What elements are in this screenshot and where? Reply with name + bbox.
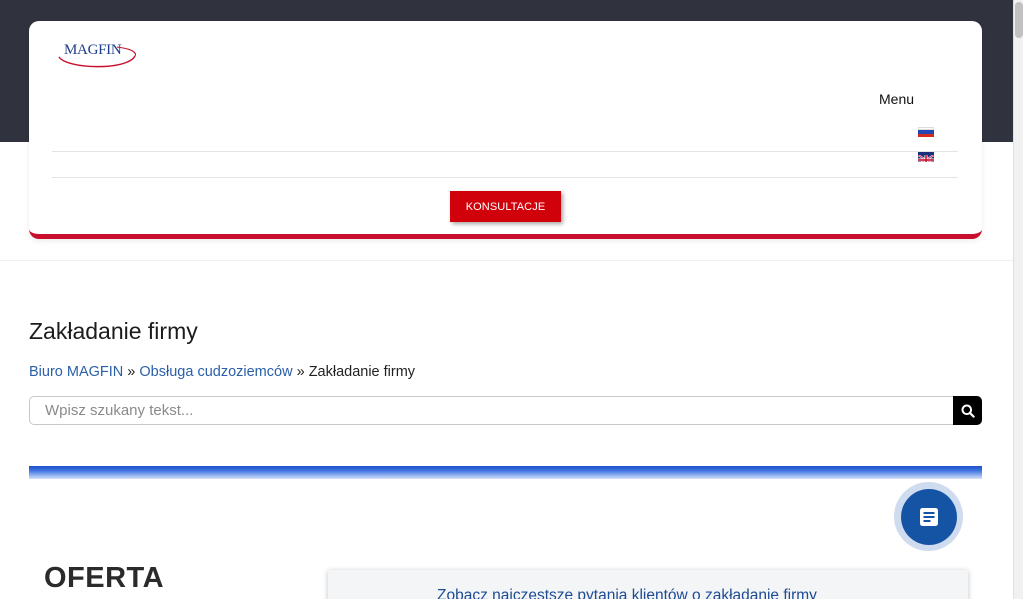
scrollbar-thumb[interactable] <box>1015 2 1023 38</box>
menu-toggle[interactable]: Menu <box>879 91 914 107</box>
page-title: Zakładanie firmy <box>29 318 198 344</box>
ru-flag-icon[interactable] <box>918 127 934 137</box>
decorative-blue-band <box>29 466 982 479</box>
breadcrumb-home-link[interactable]: Biuro MAGFIN <box>29 364 123 380</box>
section-divider <box>0 260 1013 261</box>
logo-text: MAGFIN <box>64 42 122 58</box>
breadcrumb-current: Zakładanie firmy <box>308 364 416 380</box>
scrollbar[interactable] <box>1013 0 1023 599</box>
search-icon <box>961 404 975 418</box>
document-icon <box>919 507 938 526</box>
search-bar <box>29 396 982 425</box>
magfin-logo[interactable]: MAGFIN <box>57 39 139 71</box>
floating-action-button[interactable] <box>894 482 963 551</box>
search-input[interactable] <box>29 396 954 425</box>
gb-flag-icon[interactable] <box>918 152 934 162</box>
nav-divider <box>52 151 958 152</box>
nav-divider <box>52 177 958 178</box>
breadcrumb-separator: » <box>296 364 305 380</box>
breadcrumb-separator: » <box>127 364 136 380</box>
section-title: OFERTA <box>44 562 165 594</box>
search-button[interactable] <box>953 396 982 425</box>
faq-link[interactable]: Zobacz najczęstsze pytania klientów o za… <box>437 587 817 599</box>
site-header: MAGFIN Menu KONSULTACJE <box>29 21 982 239</box>
faq-box: Zobacz najczęstsze pytania klientów o za… <box>328 570 968 599</box>
konsultacje-button[interactable]: KONSULTACJE <box>450 191 561 222</box>
breadcrumb-foreigners-link[interactable]: Obsługa cudzoziemców <box>139 364 292 380</box>
breadcrumb: Biuro MAGFIN » Obsługa cudzoziemców » Za… <box>29 364 415 380</box>
